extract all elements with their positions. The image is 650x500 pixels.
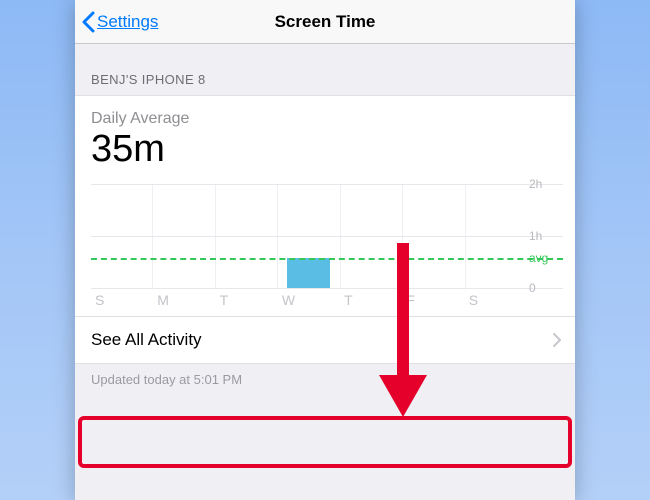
device-header: BENJ'S IPHONE 8 <box>75 44 575 95</box>
chart-gridline <box>91 288 563 289</box>
chart-y-label: 2h <box>529 177 561 191</box>
daily-average-block: Daily Average 35m <box>75 96 575 180</box>
chart-gridline <box>91 236 563 237</box>
chart-avg-label: avg <box>529 251 561 265</box>
chart-x-label: T <box>216 292 278 308</box>
chart-y-label: 1h <box>529 229 561 243</box>
chevron-right-icon <box>553 333 561 347</box>
screen-time-screen: Settings Screen Time BENJ'S IPHONE 8 Dai… <box>75 0 575 500</box>
daily-average-value: 35m <box>91 130 559 170</box>
back-button[interactable]: Settings <box>75 11 158 33</box>
chart-x-label: F <box>402 292 464 308</box>
navbar: Settings Screen Time <box>75 0 575 44</box>
see-all-activity-row[interactable]: See All Activity <box>75 316 575 363</box>
chevron-left-icon <box>81 11 95 33</box>
weekly-chart: 01h2havg SMTWTFS <box>75 180 575 316</box>
chart-bar <box>287 258 330 288</box>
chart-y-label: 0 <box>529 281 561 295</box>
back-label: Settings <box>97 12 158 32</box>
annotation-highlight <box>78 416 572 468</box>
see-all-activity-label: See All Activity <box>91 330 202 350</box>
chart-x-label: W <box>278 292 340 308</box>
chart-gridline <box>91 184 563 185</box>
chart-avg-line <box>91 258 563 260</box>
daily-average-label: Daily Average <box>91 110 559 128</box>
chart-x-label: M <box>153 292 215 308</box>
last-updated: Updated today at 5:01 PM <box>75 364 575 395</box>
usage-card: Daily Average 35m 01h2havg SMTWTFS See A… <box>75 95 575 364</box>
chart-x-label: S <box>91 292 153 308</box>
chart-x-label: T <box>340 292 402 308</box>
chart-x-label: S <box>465 292 527 308</box>
